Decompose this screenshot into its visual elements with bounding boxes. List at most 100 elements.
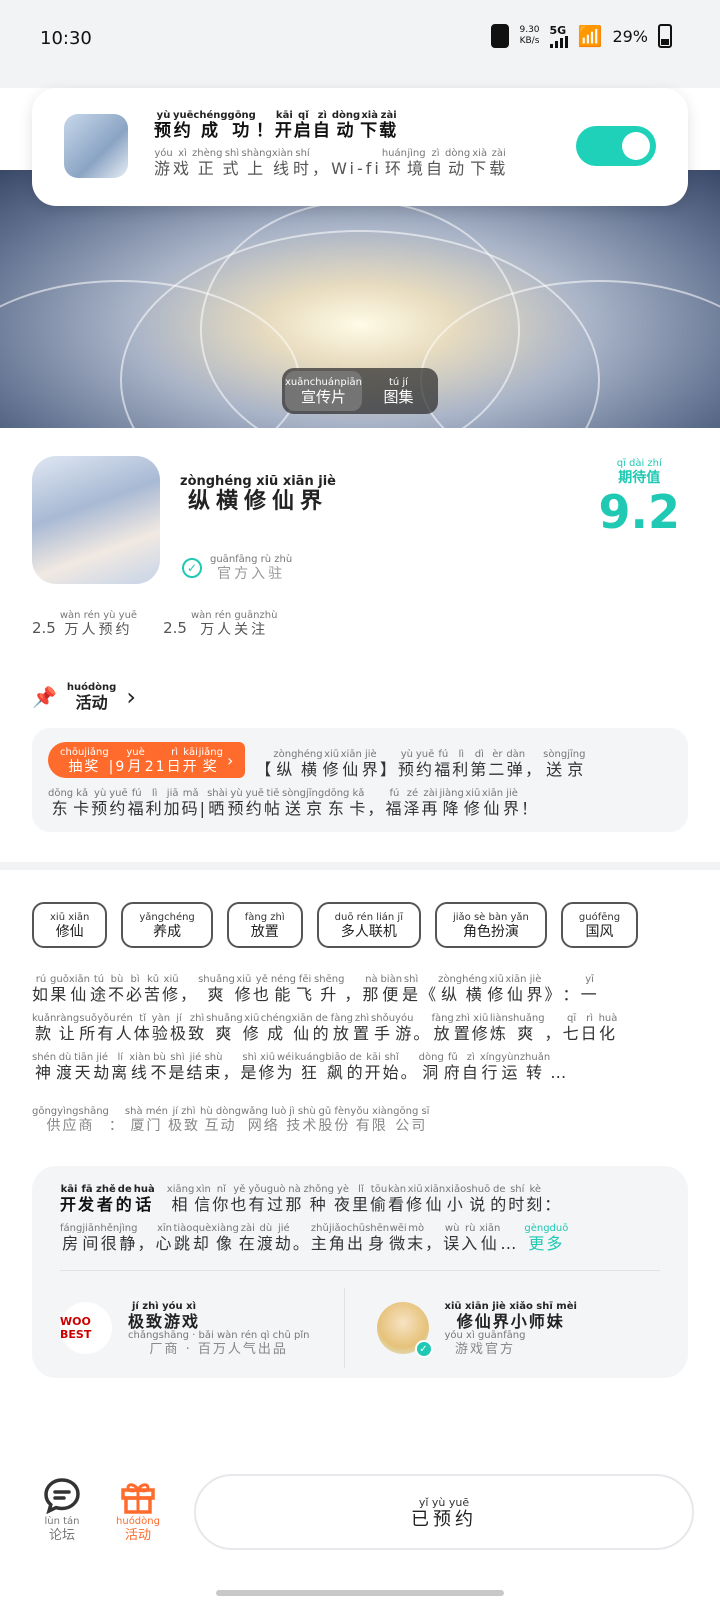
description-char: rú 如 bbox=[32, 974, 51, 1004]
chevron-right-icon: › bbox=[226, 750, 234, 770]
activity-text-char: ， bbox=[525, 760, 544, 779]
activity-card[interactable]: chōujiǎng 抽奖 | 9 yuè 月 21 rì 日 kāi 开 jiǎng 奖 › 【zò… bbox=[32, 728, 688, 832]
developer-card: kāi 开 fā 发 zhě 者 de 的 huà 话 xiāng 相 xìn 信 nǐ 你 yě 也 yǒu 有 gu… bbox=[32, 1166, 688, 1378]
tag-item[interactable]: xiū xiān 修仙 bbox=[32, 902, 108, 948]
developer-studio[interactable]: WOO BEST jí zhì yóu xì 极致游戏 chǎngshāng · … bbox=[60, 1288, 344, 1368]
toast-subtitle-char: ， bbox=[312, 159, 332, 178]
nav-activity[interactable]: huódòng 活动 bbox=[108, 1476, 168, 1542]
developer-text-char: xiǎo 小 bbox=[445, 1184, 467, 1214]
toast-title-char: qǐ 启 bbox=[293, 110, 313, 141]
toast-subtitle-char: yóu 游 bbox=[154, 148, 174, 178]
toast-title-char: chéng 成 bbox=[193, 110, 228, 141]
developer-text-char: yǒu 有 bbox=[248, 1184, 267, 1214]
game-description[interactable]: rú 如 guǒ 果 xiān 仙 tú 途 bù 不 bì 必 kǔ 苦 xiū 修 ， shuǎng 爽 xiū… bbox=[32, 974, 692, 1091]
description-char: rén 人 bbox=[115, 1013, 134, 1043]
description-char: shuǎng 爽 bbox=[507, 1013, 545, 1043]
home-indicator[interactable] bbox=[216, 1590, 504, 1596]
studio-avatar: WOO BEST bbox=[60, 1302, 112, 1354]
wifi-icon: 📶 bbox=[577, 24, 603, 48]
pin-icon: 📌 bbox=[32, 684, 57, 709]
developer-text-char: tōu 偷 bbox=[369, 1184, 388, 1214]
auto-download-toggle[interactable] bbox=[576, 126, 656, 166]
toast-subtitle-char: xì 戏 bbox=[173, 148, 193, 178]
description-char: héng 横 bbox=[462, 974, 488, 1004]
tag-item[interactable]: fàng zhì 放置 bbox=[226, 902, 303, 948]
activity-header[interactable]: 📌 huódòng 活动 › bbox=[32, 682, 136, 711]
tab-gallery[interactable]: tú jí 图集 bbox=[362, 371, 435, 411]
stat-followers: 2.5 wàn rén guānzhù 万人关注 bbox=[163, 610, 278, 638]
toast-subtitle-char: xiàn 线 bbox=[271, 148, 294, 178]
badge-char: | bbox=[108, 758, 116, 775]
developer-text-char: xiàng 像 bbox=[211, 1223, 239, 1253]
tab-video[interactable]: xuānchuánpiān 宣传片 bbox=[285, 371, 362, 411]
tag-item[interactable]: duō rén lián jī 多人联机 bbox=[316, 902, 421, 948]
lottery-badge[interactable]: chōujiǎng 抽奖 | 9 yuè 月 21 rì 日 kāi 开 jiǎng 奖 › bbox=[48, 742, 246, 778]
description-char: xiū 修 bbox=[162, 974, 181, 1004]
developer-title-char: de 的 bbox=[115, 1184, 134, 1214]
activity-text-char: tiē 帖 bbox=[263, 788, 282, 818]
status-icons: 9.30 KB/s 5G 📶 29% bbox=[491, 24, 672, 48]
battery-icon bbox=[658, 24, 672, 48]
description-char: kuǎn 款 bbox=[32, 1013, 57, 1043]
description-char: jié 结 bbox=[186, 1052, 205, 1082]
developer-text-char: xiān 仙 bbox=[479, 1223, 501, 1253]
developer-text-char: zhǒng 种 bbox=[303, 1184, 334, 1214]
description-char: ， bbox=[222, 1063, 241, 1082]
description-char: shuǎng 爽 bbox=[198, 974, 235, 1004]
activity-text-char: èr 二 bbox=[488, 749, 507, 779]
description-char: zì 自 bbox=[461, 1052, 480, 1082]
description-char: 。 bbox=[413, 1024, 432, 1043]
supplier-char: gǔ fèn 股份 bbox=[318, 1106, 351, 1134]
developer-text-char: guò 过 bbox=[266, 1184, 286, 1214]
badge-char: 21 bbox=[144, 758, 167, 775]
toast-title-char: zài 载 bbox=[379, 110, 399, 141]
developer-official[interactable]: ✓ xiū xiān jiè xiǎo shī mèi 修仙界小师妹 yóu xì… bbox=[343, 1288, 661, 1368]
tag-item[interactable]: guófēng 国风 bbox=[560, 902, 639, 948]
developer-text-char: jiān 间 bbox=[82, 1223, 101, 1253]
chevron-right-icon: › bbox=[126, 682, 136, 711]
description-char: biàn 便 bbox=[380, 974, 403, 1004]
description-char: kǔ 苦 bbox=[144, 974, 163, 1004]
description-char: liàn 炼 bbox=[489, 1013, 508, 1043]
reservation-toast: yù 预 yuē 约 chéng 成 gōng 功 ！ kāi 开 qǐ 启 zì 自 dòng 动 xià 下 z… bbox=[32, 88, 688, 206]
description-char: ràng 让 bbox=[56, 1013, 80, 1043]
supplier-char: shà mén 厦门 bbox=[124, 1106, 168, 1134]
description-char: fàng 放 bbox=[431, 1013, 454, 1043]
activity-text-char: jīng 京 bbox=[567, 749, 586, 779]
description-char: fǔ 府 bbox=[443, 1052, 462, 1082]
developer-text-char: kè 刻 bbox=[526, 1184, 545, 1214]
developer-text-char: hěn 很 bbox=[100, 1223, 120, 1253]
description-char: néng 能 bbox=[270, 974, 297, 1004]
description-char: xiū 修 bbox=[234, 974, 253, 1004]
description-char: qī 七 bbox=[562, 1013, 581, 1043]
battery-level: 29% bbox=[612, 26, 648, 46]
developer-text-char: 。 bbox=[292, 1234, 311, 1253]
description-char: kāi 开 bbox=[364, 1052, 383, 1082]
toast-title: yù 预 yuē 约 chéng 成 gōng 功 ！ kāi 开 qǐ 启 zì 自 dòng 动 xià 下 z… bbox=[154, 110, 398, 140]
activity-text-char: lì 利 bbox=[452, 749, 471, 779]
activity-text-char: kǎ 卡 bbox=[349, 788, 368, 818]
game-stats: 2.5 wàn rén yù yuē 万人预约 2.5 wàn rén guānzhù… bbox=[32, 610, 277, 637]
badge-char: chōujiǎng 抽奖 bbox=[60, 746, 109, 775]
activity-text-char: dōng 东 bbox=[48, 788, 74, 818]
description-char: ： bbox=[562, 985, 581, 1004]
description-char: jiè 界 bbox=[526, 974, 545, 1004]
supplier-char: jì shù 技术 bbox=[286, 1106, 319, 1134]
tag-item[interactable]: yǎngchéng 养成 bbox=[121, 902, 213, 948]
description-char: tiān 天 bbox=[74, 1052, 94, 1082]
activity-text-char: dì 第 bbox=[470, 749, 489, 779]
vibrate-icon bbox=[491, 24, 510, 48]
toast-subtitle-char: zì 自 bbox=[426, 148, 446, 178]
tag-item[interactable]: jiǎo sè bàn yǎn 角色扮演 bbox=[434, 902, 547, 948]
description-char: xiū 修 bbox=[258, 1052, 277, 1082]
description-char: yǒu 有 bbox=[97, 1013, 116, 1043]
reserved-button[interactable]: yǐ yù yuē 已预约 bbox=[194, 1474, 694, 1550]
more-link[interactable]: gèngduō 更多 bbox=[524, 1223, 568, 1252]
toast-subtitle-char: xià 下 bbox=[470, 148, 490, 178]
toast-title-char: dòng 动 bbox=[331, 110, 361, 141]
developer-text-char: xiāng 相 bbox=[166, 1184, 195, 1214]
nav-forum[interactable]: lùn tán 论坛 bbox=[32, 1476, 92, 1542]
developer-people: WOO BEST jí zhì yóu xì 极致游戏 chǎngshāng · … bbox=[60, 1288, 660, 1368]
toast-subtitle-char: shàng 上 bbox=[241, 148, 272, 178]
description-char: xiān 仙 bbox=[505, 974, 527, 1004]
